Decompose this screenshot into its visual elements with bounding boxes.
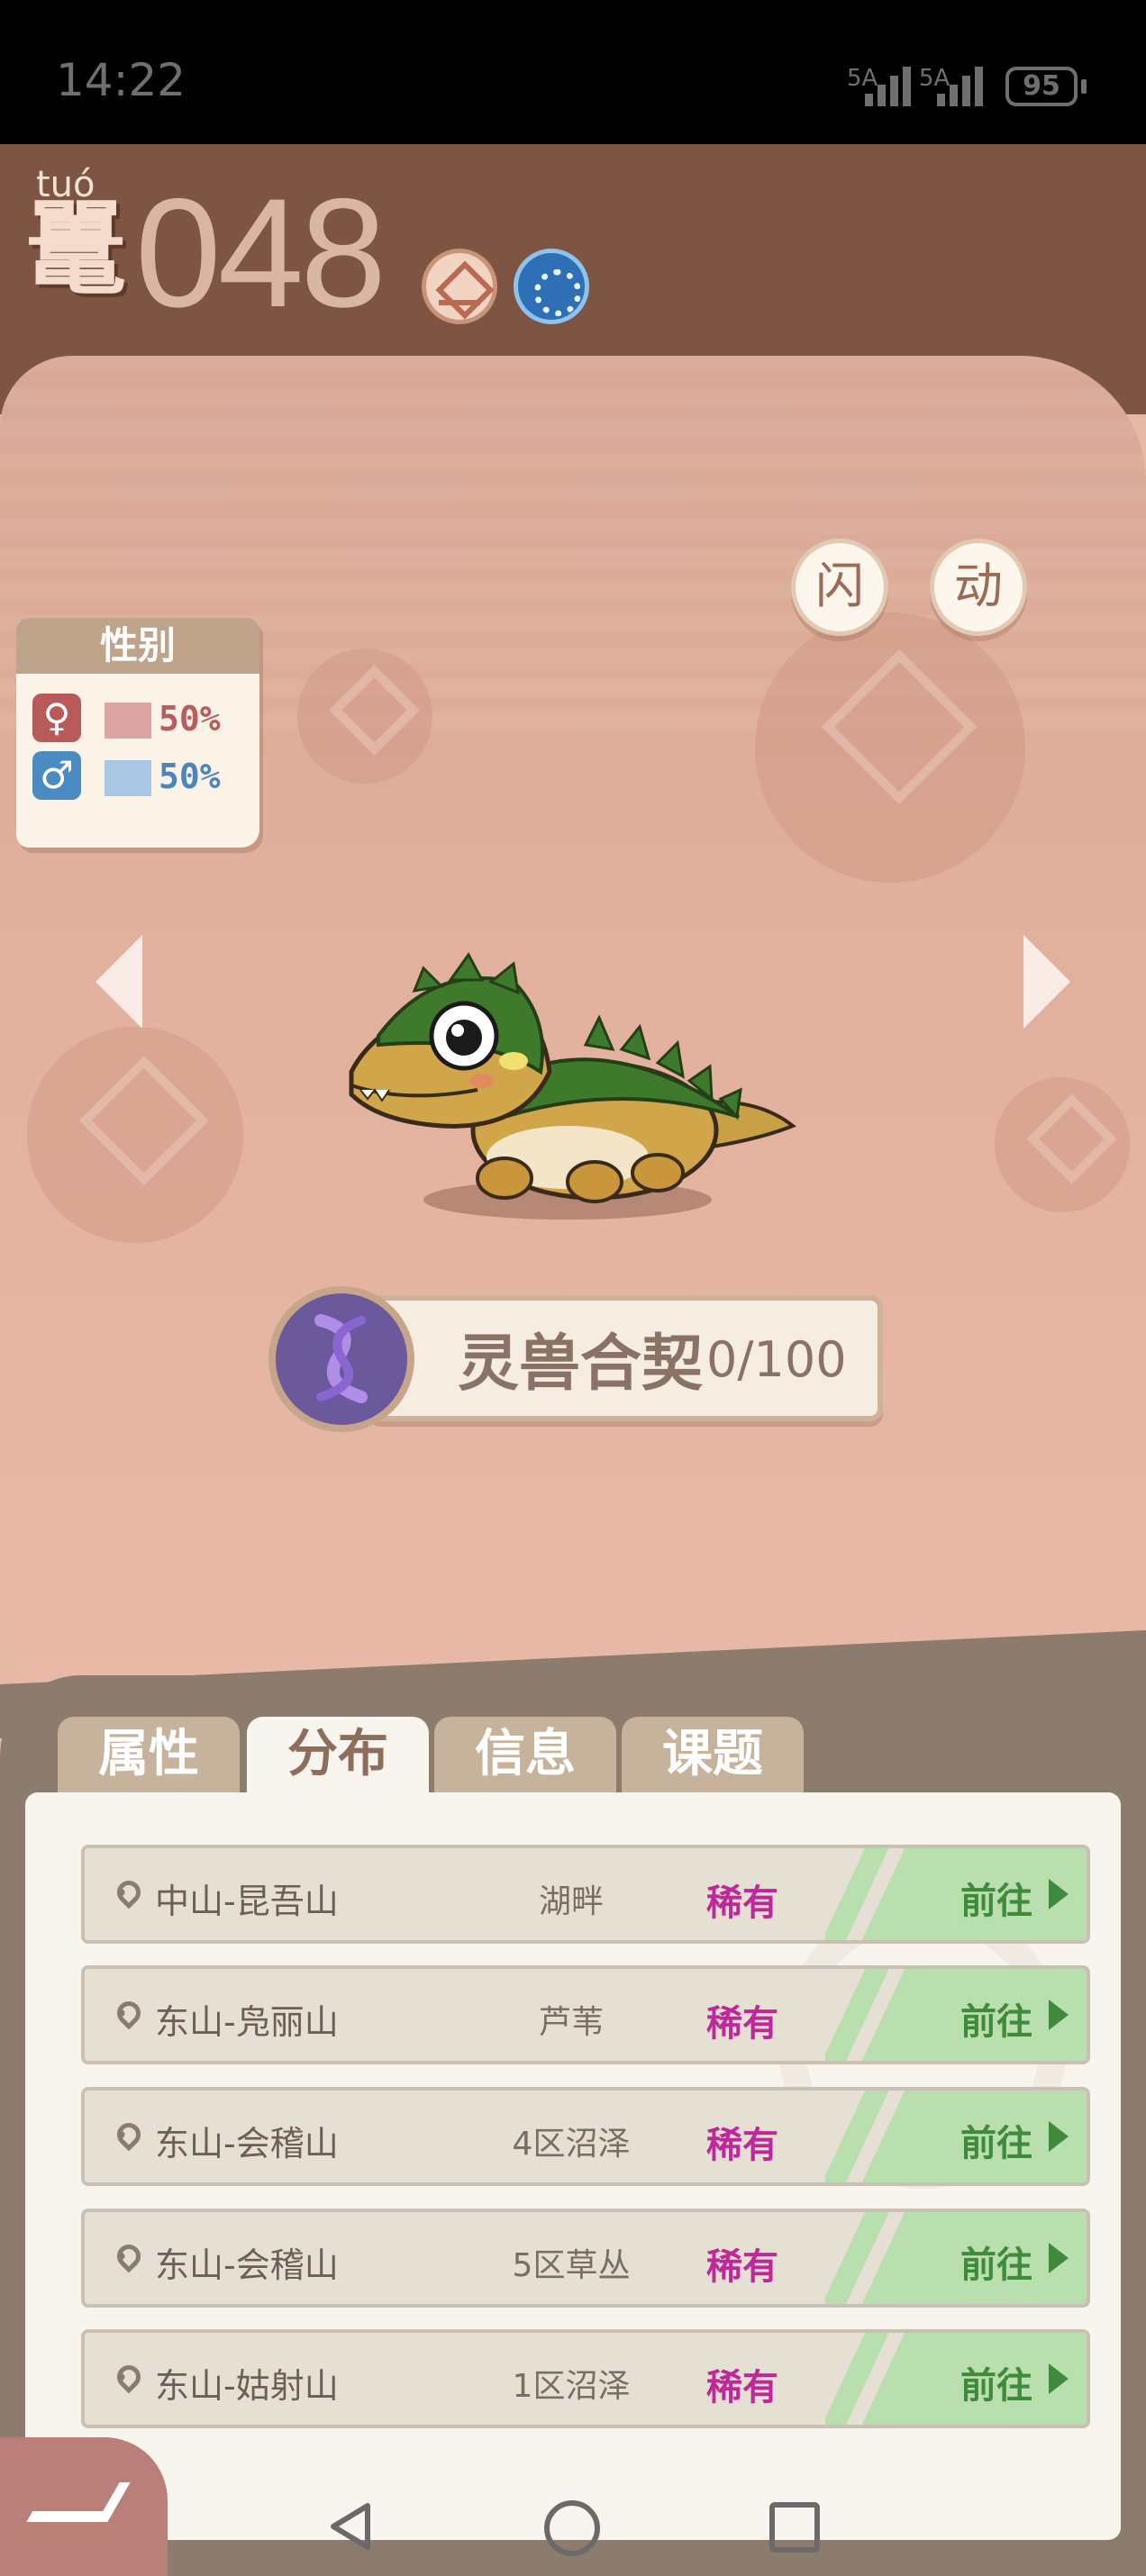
gender-title: 性别 <box>16 618 259 674</box>
go-label: 前往 <box>960 2365 1032 2407</box>
go-button[interactable]: 前往 <box>825 2091 1087 2182</box>
location-pin-icon <box>112 2360 146 2394</box>
tab-distribution[interactable]: 分布 <box>247 1717 429 1801</box>
recents-nav-icon[interactable] <box>769 2502 820 2553</box>
battery-indicator: 95 <box>1005 67 1087 106</box>
tab-attributes[interactable]: 属性 <box>58 1717 240 1792</box>
location-name: 东山-会稽山 <box>155 2245 339 2285</box>
watermark-icon <box>297 649 432 784</box>
location-terrain: 4区沼泽 <box>512 2126 631 2163</box>
male-percent: 50% <box>159 757 221 796</box>
watermark-icon <box>755 612 1025 883</box>
contract-progress-text: 0/100 <box>706 1331 847 1388</box>
play-arrow-icon <box>1049 1879 1069 1909</box>
creature-sprite <box>349 952 796 1220</box>
location-row[interactable]: 东山-姑射山 1区沼泽 稀有 前往 <box>81 2329 1090 2428</box>
earth-type-icon[interactable] <box>422 249 497 324</box>
watermark-icon <box>995 1077 1130 1212</box>
spirit-contract-panel[interactable]: 灵兽合契 0/100 <box>268 1286 883 1432</box>
quick-menu-button[interactable] <box>0 2437 168 2576</box>
gender-male-row: ♂ 50% <box>32 751 249 802</box>
male-color-swatch <box>105 760 151 796</box>
status-bar: 14:22 5A 5A 95 <box>0 0 1146 144</box>
dex-number: 048 <box>135 167 387 340</box>
go-button[interactable]: 前往 <box>825 1848 1087 1940</box>
female-icon: ♀ <box>32 694 81 742</box>
location-row[interactable]: 东山-会稽山 5区草丛 稀有 前往 <box>81 2209 1090 2308</box>
home-nav-icon[interactable] <box>544 2500 600 2556</box>
female-color-swatch <box>105 703 151 739</box>
shiny-toggle-button[interactable]: 闪 <box>791 539 888 636</box>
signal-icon <box>865 63 919 106</box>
location-terrain: 5区草丛 <box>512 2247 631 2284</box>
location-pin-icon <box>112 1996 146 2030</box>
back-nav-icon[interactable] <box>326 2502 375 2551</box>
location-row[interactable]: 东山-凫丽山 芦苇 稀有 前往 <box>81 1965 1090 2064</box>
location-name: 东山-姑射山 <box>155 2366 339 2406</box>
male-icon: ♂ <box>32 751 81 800</box>
gender-panel: 性别 ♀ 50% ♂ 50% <box>16 618 259 848</box>
go-label: 前往 <box>960 1881 1032 1922</box>
swoosh-icon <box>26 2482 131 2522</box>
play-arrow-icon <box>1049 2121 1069 2152</box>
play-arrow-icon <box>1049 2363 1069 2394</box>
gender-female-row: ♀ 50% <box>32 694 249 744</box>
go-label: 前往 <box>960 2001 1032 2043</box>
location-pin-icon <box>112 2118 146 2152</box>
location-name: 东山-会稽山 <box>155 2124 339 2163</box>
location-rarity: 稀有 <box>706 2367 778 2408</box>
contract-emblem-icon <box>268 1286 414 1432</box>
water-type-icon[interactable] <box>514 249 589 324</box>
go-label: 前往 <box>960 2123 1032 2164</box>
location-row[interactable]: 东山-会稽山 4区沼泽 稀有 前往 <box>81 2087 1090 2186</box>
location-rarity: 稀有 <box>706 2003 778 2045</box>
location-rarity: 稀有 <box>706 2246 778 2288</box>
go-button[interactable]: 前往 <box>825 2333 1087 2425</box>
location-pin-icon <box>112 2239 146 2273</box>
location-name: 中山-昆吾山 <box>155 1882 339 1921</box>
go-label: 前往 <box>960 2245 1032 2286</box>
distribution-list: 中山-昆吾山 湖畔 稀有 前往 东山-凫丽山 芦苇 稀有 前往 东山-会稽山 4… <box>25 1792 1121 2540</box>
female-percent: 50% <box>159 699 221 739</box>
previous-creature-arrow-icon[interactable] <box>96 935 142 1029</box>
animate-toggle-button[interactable]: 动 <box>930 539 1027 636</box>
location-terrain: 芦苇 <box>538 2004 604 2041</box>
location-terrain: 1区沼泽 <box>512 2368 631 2405</box>
tab-info[interactable]: 信息 <box>434 1717 616 1792</box>
next-creature-arrow-icon[interactable] <box>1023 935 1070 1029</box>
go-button[interactable]: 前往 <box>825 1969 1087 2061</box>
location-rarity: 稀有 <box>706 2125 778 2166</box>
play-arrow-icon <box>1049 2000 1069 2030</box>
location-terrain: 湖畔 <box>538 1883 604 1920</box>
watermark-icon <box>27 1027 243 1243</box>
location-rarity: 稀有 <box>706 1882 778 1924</box>
location-name: 东山-凫丽山 <box>155 2002 339 2042</box>
clock: 14:22 <box>56 54 186 106</box>
contract-label: 灵兽合契 <box>458 1329 704 1400</box>
play-arrow-icon <box>1049 2243 1069 2273</box>
go-button[interactable]: 前往 <box>825 2212 1087 2304</box>
creature-name: 鼍 <box>25 192 126 309</box>
location-pin-icon <box>112 1875 146 1909</box>
signal-icon <box>937 63 991 106</box>
tab-tasks[interactable]: 课题 <box>622 1717 804 1792</box>
location-row[interactable]: 中山-昆吾山 湖畔 稀有 前往 <box>81 1845 1090 1944</box>
